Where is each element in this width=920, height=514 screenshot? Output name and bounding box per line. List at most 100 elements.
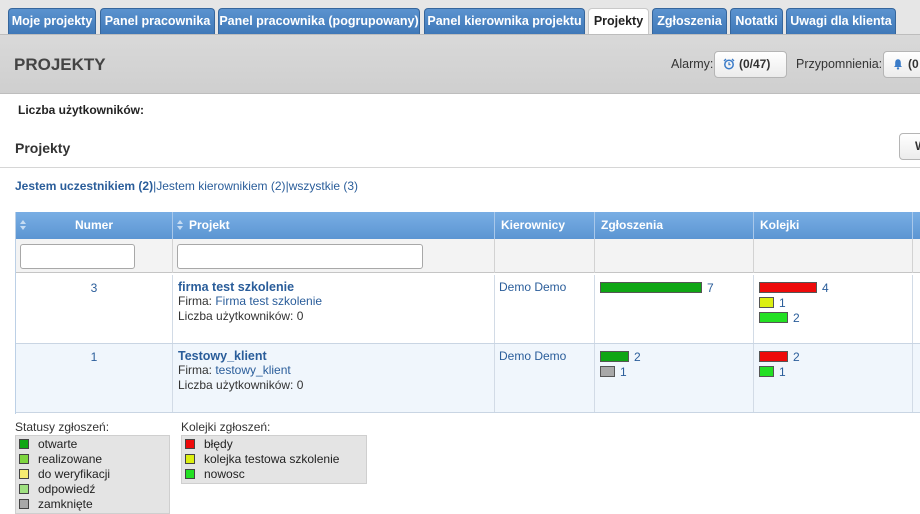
firm-line: Firma: testowy_klient bbox=[178, 363, 494, 378]
column-header-numer[interactable]: Numer bbox=[16, 212, 173, 239]
users-line: Liczba użytkowników: 0 bbox=[178, 309, 494, 324]
reminders-count: (0 bbox=[908, 57, 919, 71]
number-cell: 1 bbox=[16, 344, 173, 412]
queue-bar-line: 4 bbox=[759, 281, 829, 295]
filter-row bbox=[16, 239, 920, 273]
filter-cell bbox=[495, 239, 595, 273]
filter-all[interactable]: wszystkie (3) bbox=[289, 179, 358, 193]
alarms-label: Alarmy: bbox=[671, 57, 714, 71]
queue-bar-count[interactable]: 1 bbox=[779, 296, 786, 310]
tab-panel-pracownika-pogrupowany[interactable]: Panel pracownika (pogrupowany) bbox=[218, 8, 420, 34]
section-divider bbox=[0, 167, 920, 168]
project-name-link[interactable]: Testowy_klient bbox=[178, 349, 494, 363]
reminders-button[interactable]: (0 bbox=[883, 51, 920, 78]
project-filter-input[interactable] bbox=[177, 244, 423, 269]
number-cell: 3 bbox=[16, 275, 173, 343]
status-legend-item: odpowiedź bbox=[19, 482, 165, 497]
tab-bar: Moje projekty Panel pracownika Panel pra… bbox=[0, 0, 920, 35]
users-label: Liczba użytkowników: bbox=[178, 378, 294, 392]
queue-legend-item: błędy bbox=[185, 437, 362, 452]
number-filter-input[interactable] bbox=[20, 244, 135, 269]
firm-link[interactable]: Firma test szkolenie bbox=[215, 294, 322, 308]
legend-label: zamknięte bbox=[38, 497, 93, 511]
queue-legend-item: nowosc bbox=[185, 467, 362, 482]
legend-swatch bbox=[19, 469, 29, 479]
users-value: 0 bbox=[296, 309, 304, 323]
legend-swatch bbox=[185, 439, 195, 449]
tab-notatki[interactable]: Notatki bbox=[730, 8, 783, 34]
legend-swatch bbox=[185, 469, 195, 479]
reminders-label: Przypomnienia: bbox=[796, 57, 883, 71]
status-legend-item: do weryfikacji bbox=[19, 467, 165, 482]
tab-moje-projekty[interactable]: Moje projekty bbox=[8, 8, 96, 34]
legend-label: nowosc bbox=[204, 467, 245, 481]
users-value: 0 bbox=[296, 378, 304, 392]
sort-icon bbox=[177, 220, 183, 231]
table-row: 1 Testowy_klient Firma: testowy_klient L… bbox=[16, 344, 920, 413]
manager-link[interactable]: Demo Demo bbox=[499, 280, 566, 294]
queue-bar-line: 1 bbox=[759, 365, 786, 379]
tab-panel-pracownika[interactable]: Panel pracownika bbox=[100, 8, 215, 34]
tab-uwagi-dla-klienta[interactable]: Uwagi dla klienta bbox=[786, 8, 896, 34]
ticket-bar-count[interactable]: 2 bbox=[634, 350, 641, 364]
bell-icon bbox=[894, 59, 902, 70]
project-filters: Jestem uczestnikiem (2)|Jestem kierownik… bbox=[15, 179, 358, 193]
project-cell: Testowy_klient Firma: testowy_klient Lic… bbox=[173, 344, 495, 412]
queue-bar bbox=[759, 312, 788, 323]
legend-swatch bbox=[185, 454, 195, 464]
ticket-bar-count[interactable]: 1 bbox=[620, 365, 627, 379]
status-legend-item: realizowane bbox=[19, 452, 165, 467]
tickets-cell: 21 bbox=[595, 344, 754, 412]
queue-bar bbox=[759, 297, 774, 308]
filter-cell bbox=[754, 239, 913, 273]
tab-panel-kierownika-projektu[interactable]: Panel kierownika projektu bbox=[424, 8, 585, 34]
project-number-link[interactable]: 1 bbox=[16, 350, 172, 364]
tab-projekty[interactable]: Projekty bbox=[588, 8, 649, 35]
filter-manager[interactable]: Jestem kierownikiem (2) bbox=[156, 179, 285, 193]
filter-participant[interactable]: Jestem uczestnikiem (2) bbox=[15, 179, 153, 193]
tab-zgloszenia[interactable]: Zgłoszenia bbox=[652, 8, 727, 34]
ticket-bar-line: 2 bbox=[600, 350, 641, 364]
queue-bar bbox=[759, 366, 774, 377]
queue-bar-count[interactable]: 2 bbox=[793, 350, 800, 364]
table-row: 3 firma test szkolenie Firma: Firma test… bbox=[16, 275, 920, 344]
alarms-count: (0/47) bbox=[739, 57, 771, 71]
projects-grid: Numer Projekt Kierownicy Zgłoszenia Kole… bbox=[15, 212, 920, 414]
manager-link[interactable]: Demo Demo bbox=[499, 349, 566, 363]
column-header-extra[interactable] bbox=[913, 212, 920, 239]
column-header-projekt[interactable]: Projekt bbox=[173, 212, 495, 239]
queue-bar-line: 2 bbox=[759, 311, 800, 325]
legend-label: realizowane bbox=[38, 452, 103, 466]
queue-bar-count[interactable]: 4 bbox=[822, 281, 829, 295]
legend-swatch bbox=[19, 499, 29, 509]
queue-legend-item: kolejka testowa szkolenie bbox=[185, 452, 362, 467]
project-name-link[interactable]: firma test szkolenie bbox=[178, 280, 494, 294]
project-number-link[interactable]: 3 bbox=[16, 281, 172, 295]
firm-label: Firma: bbox=[178, 294, 212, 308]
users-line: Liczba użytkowników: 0 bbox=[178, 378, 494, 393]
legend-swatch bbox=[19, 484, 29, 494]
page-header: PROJEKTY Alarmy: (0/47) Przypomnienia: (… bbox=[0, 34, 920, 94]
queue-legend: Kolejki zgłoszeń: błędy kolejka testowa s… bbox=[181, 420, 367, 484]
new-project-button[interactable]: W bbox=[899, 133, 920, 160]
alarms-button[interactable]: (0/47) bbox=[714, 51, 787, 78]
queue-legend-title: Kolejki zgłoszeń: bbox=[181, 420, 271, 434]
page-title: PROJEKTY bbox=[14, 55, 106, 74]
column-header-kolejki[interactable]: Kolejki bbox=[754, 212, 913, 239]
status-legend-item: zamknięte bbox=[19, 497, 165, 512]
column-header-kierownicy[interactable]: Kierownicy bbox=[495, 212, 595, 239]
queues-cell: 21 bbox=[754, 344, 913, 412]
queue-legend-list: błędy kolejka testowa szkolenie nowosc bbox=[181, 435, 367, 484]
queue-bar-count[interactable]: 2 bbox=[793, 311, 800, 325]
legend-label: odpowiedź bbox=[38, 482, 96, 496]
column-header-zgloszenia[interactable]: Zgłoszenia bbox=[595, 212, 754, 239]
queue-bar-count[interactable]: 1 bbox=[779, 365, 786, 379]
queue-bar-line: 1 bbox=[759, 296, 786, 310]
filter-cell bbox=[595, 239, 754, 273]
ticket-bar-count[interactable]: 7 bbox=[707, 281, 714, 295]
ticket-bar bbox=[600, 366, 615, 377]
firm-link[interactable]: testowy_klient bbox=[215, 363, 290, 377]
queue-bar-line: 2 bbox=[759, 350, 800, 364]
status-legend-list: otwarte realizowane do weryfikacji odpowied… bbox=[15, 435, 170, 514]
section-title: Projekty bbox=[15, 140, 71, 156]
